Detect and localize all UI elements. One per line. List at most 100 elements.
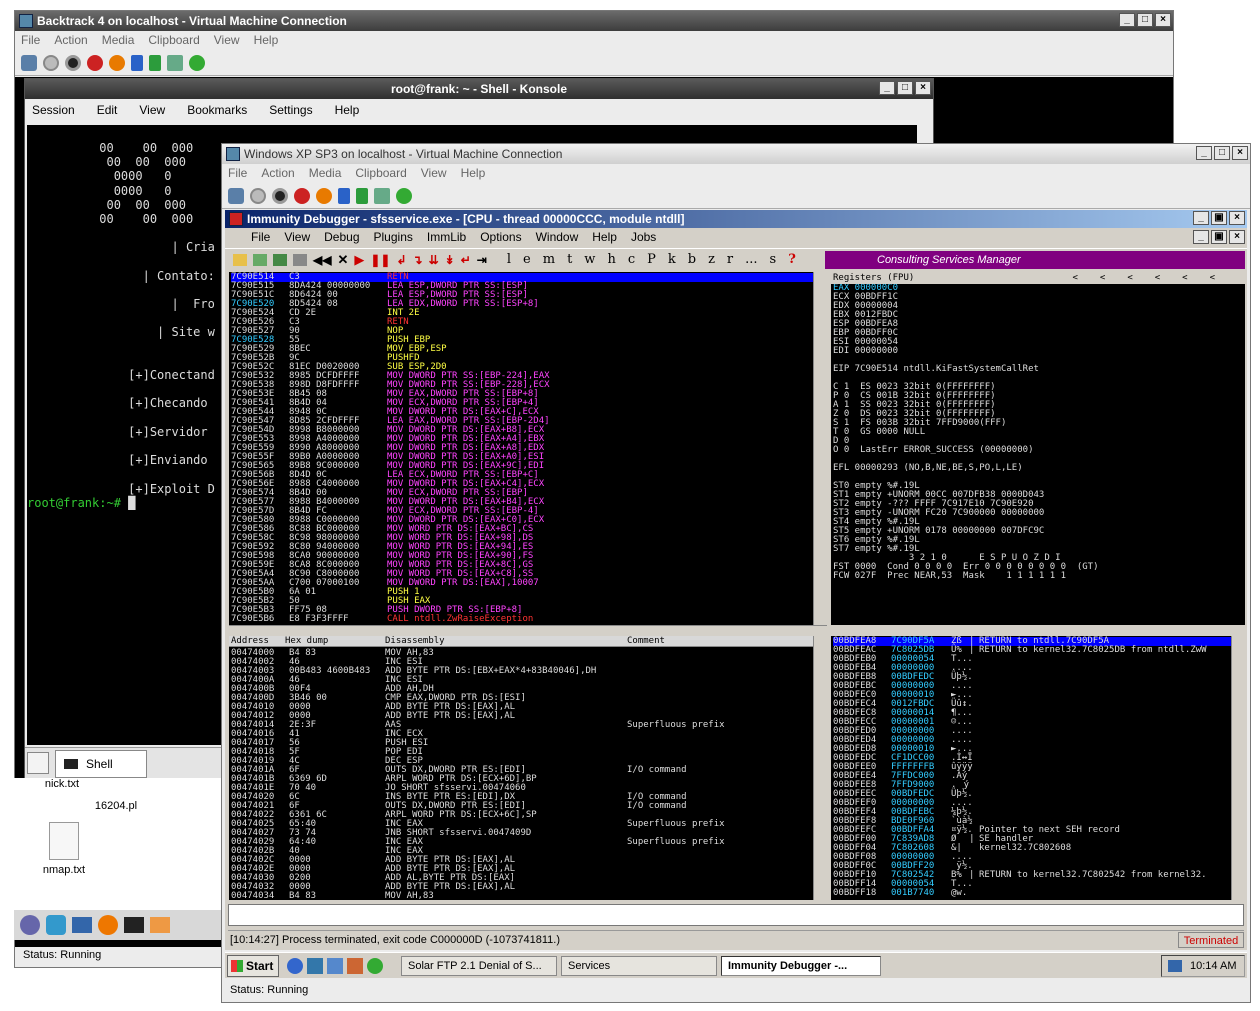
disassembly-pane[interactable]: 7C90E514 C3 RETN 7C90E515 8DA424 00000000 LEA… bbox=[229, 272, 813, 625]
immunity-title-bar[interactable]: Immunity Debugger - sfsservice.exe - [CP… bbox=[225, 210, 1247, 228]
resume-icon[interactable] bbox=[149, 55, 161, 71]
banner[interactable]: Consulting Services Manager bbox=[825, 251, 1245, 269]
konsole-maximize-button[interactable]: □ bbox=[897, 81, 913, 95]
menu-file[interactable]: File bbox=[251, 228, 270, 247]
resume-icon[interactable] bbox=[356, 188, 368, 204]
menu-action[interactable]: Action bbox=[261, 164, 294, 183]
windows-button[interactable]: w bbox=[584, 252, 595, 267]
step-into-icon[interactable]: ↲ bbox=[396, 253, 406, 267]
open-icon[interactable] bbox=[233, 254, 247, 266]
source-button[interactable]: ... bbox=[745, 252, 757, 267]
shutdown-icon[interactable] bbox=[294, 188, 310, 204]
close-button[interactable]: × bbox=[1155, 13, 1171, 27]
trace-over-icon[interactable]: ↡ bbox=[445, 253, 455, 267]
menu-view[interactable]: View bbox=[139, 99, 165, 121]
menu-clipboard[interactable]: Clipboard bbox=[148, 31, 199, 50]
dump-pane[interactable]: 00474000 B4 83 MOV AH,83 00474002 46 INC ESI 0… bbox=[229, 647, 813, 900]
menu-session[interactable]: Session bbox=[32, 99, 75, 121]
execute-till-return-icon[interactable]: ↵ bbox=[461, 253, 471, 267]
menu-plugins[interactable]: Plugins bbox=[374, 228, 413, 247]
ctrl-alt-del-icon[interactable] bbox=[228, 188, 244, 204]
snapshot-icon[interactable] bbox=[167, 55, 183, 71]
new-tab-icon[interactable] bbox=[27, 752, 49, 774]
desktop-icon-16204[interactable]: 16204.pl bbox=[88, 800, 144, 812]
konsole-title-bar[interactable]: root@frank: ~ - Shell - Konsole _ □ × bbox=[25, 79, 933, 99]
close-file-icon[interactable] bbox=[293, 254, 307, 266]
run-trace-button[interactable]: r bbox=[727, 252, 733, 267]
menu-settings[interactable]: Settings bbox=[269, 99, 312, 121]
quicklaunch-ie-icon[interactable] bbox=[287, 958, 303, 974]
trace-into-icon[interactable]: ⇊ bbox=[429, 253, 439, 267]
power-icon[interactable] bbox=[109, 55, 125, 71]
disasm-scrollbar[interactable] bbox=[813, 272, 827, 625]
outer-title-bar[interactable]: Backtrack 4 on localhost - Virtual Machi… bbox=[15, 11, 1173, 31]
imm-minimize-button[interactable]: _ bbox=[1193, 211, 1209, 225]
stack-pane[interactable]: 00BDFEA8 7C90DF5A Zß| RETURN to ntdll.7C90… bbox=[831, 636, 1231, 900]
turn-off-icon[interactable] bbox=[272, 188, 288, 204]
breakpoints-button[interactable]: b bbox=[688, 252, 696, 267]
shutdown-icon[interactable] bbox=[87, 55, 103, 71]
firefox-icon[interactable] bbox=[98, 915, 118, 935]
source-files-button[interactable]: s bbox=[770, 252, 777, 267]
revert-icon[interactable] bbox=[396, 188, 412, 204]
disasm-row[interactable]: 7C90E524 CD 2E INT 2E bbox=[231, 309, 813, 318]
quicklaunch-app-icon[interactable] bbox=[327, 958, 343, 974]
power-icon[interactable] bbox=[316, 188, 332, 204]
desktop-icon-nmap[interactable]: nmap.txt bbox=[34, 822, 94, 876]
imm-close-button[interactable]: × bbox=[1229, 211, 1245, 225]
log-window-button[interactable]: l bbox=[507, 252, 511, 267]
close-process-icon[interactable]: ✕ bbox=[337, 252, 348, 268]
menu-clipboard[interactable]: Clipboard bbox=[355, 164, 406, 183]
menu-options[interactable]: Options bbox=[480, 228, 521, 247]
desktop-icon-nick[interactable]: nick.txt bbox=[40, 778, 84, 790]
reg-nav-arrows[interactable]: <<<<<< bbox=[1072, 272, 1237, 284]
command-input[interactable] bbox=[228, 904, 1244, 926]
dump-col-disassembly[interactable]: Disassembly bbox=[385, 636, 445, 647]
menu-media[interactable]: Media bbox=[309, 164, 342, 183]
quicklaunch-tool-icon[interactable] bbox=[347, 958, 363, 974]
start-button[interactable]: Start bbox=[227, 955, 279, 977]
close-button[interactable]: × bbox=[1232, 146, 1248, 160]
menu-debug[interactable]: Debug bbox=[324, 228, 359, 247]
revert-icon[interactable] bbox=[189, 55, 205, 71]
maximize-button[interactable]: □ bbox=[1214, 146, 1230, 160]
disasm-row[interactable]: 7C90E526 C3 RETN bbox=[231, 318, 813, 327]
maximize-button[interactable]: □ bbox=[1137, 13, 1153, 27]
menu-action[interactable]: Action bbox=[54, 31, 87, 50]
konsole-close-button[interactable]: × bbox=[915, 81, 931, 95]
threads-button[interactable]: t bbox=[567, 252, 572, 267]
dump-col-hex[interactable]: Hex dump bbox=[285, 636, 328, 647]
executable-modules-button[interactable]: e bbox=[523, 252, 531, 267]
disasm-row[interactable]: 7C90E5AA C700 07000100 MOV DWORD PTR DS:[E… bbox=[231, 579, 813, 588]
help-button[interactable]: ? bbox=[788, 252, 796, 267]
menu-media[interactable]: Media bbox=[102, 31, 135, 50]
menu-view[interactable]: View bbox=[214, 31, 240, 50]
handles-button[interactable]: h bbox=[607, 252, 615, 267]
inner-title-bar[interactable]: Windows XP SP3 on localhost - Virtual Ma… bbox=[222, 144, 1250, 164]
menu-help[interactable]: Help bbox=[335, 99, 360, 121]
cpu-button[interactable]: c bbox=[628, 252, 635, 267]
imm-restore-button[interactable]: ▣ bbox=[1211, 211, 1227, 225]
disasm-row[interactable]: 7C90E5B0 6A 01 PUSH 1 bbox=[231, 588, 813, 597]
quicklaunch-chrome-icon[interactable] bbox=[367, 958, 383, 974]
disasm-row[interactable]: 7C90E529 8BEC MOV EBP,ESP bbox=[231, 345, 813, 354]
cpu-restore-button[interactable]: ▣ bbox=[1211, 230, 1227, 244]
ctrl-alt-del-icon[interactable] bbox=[21, 55, 37, 71]
step-over-icon[interactable]: ↴ bbox=[413, 253, 423, 267]
pause-icon[interactable] bbox=[338, 188, 350, 204]
menu-jobs[interactable]: Jobs bbox=[631, 228, 656, 247]
menu-help[interactable]: Help bbox=[592, 228, 617, 247]
cpu-close-button[interactable]: × bbox=[1229, 230, 1245, 244]
terminal-icon[interactable] bbox=[124, 917, 144, 933]
quicklaunch-desktop-icon[interactable] bbox=[307, 958, 323, 974]
minimize-button[interactable]: _ bbox=[1196, 146, 1212, 160]
menu-help[interactable]: Help bbox=[461, 164, 486, 183]
snapshot-icon[interactable] bbox=[374, 188, 390, 204]
cpu-minimize-button[interactable]: _ bbox=[1193, 230, 1209, 244]
konsole-minimize-button[interactable]: _ bbox=[879, 81, 895, 95]
attach-icon[interactable] bbox=[253, 254, 267, 266]
start-icon[interactable] bbox=[250, 188, 266, 204]
kde-menu-icon[interactable] bbox=[20, 915, 40, 935]
call-stack-button[interactable]: k bbox=[668, 252, 676, 267]
task-immunity[interactable]: Immunity Debugger -... bbox=[721, 956, 881, 976]
